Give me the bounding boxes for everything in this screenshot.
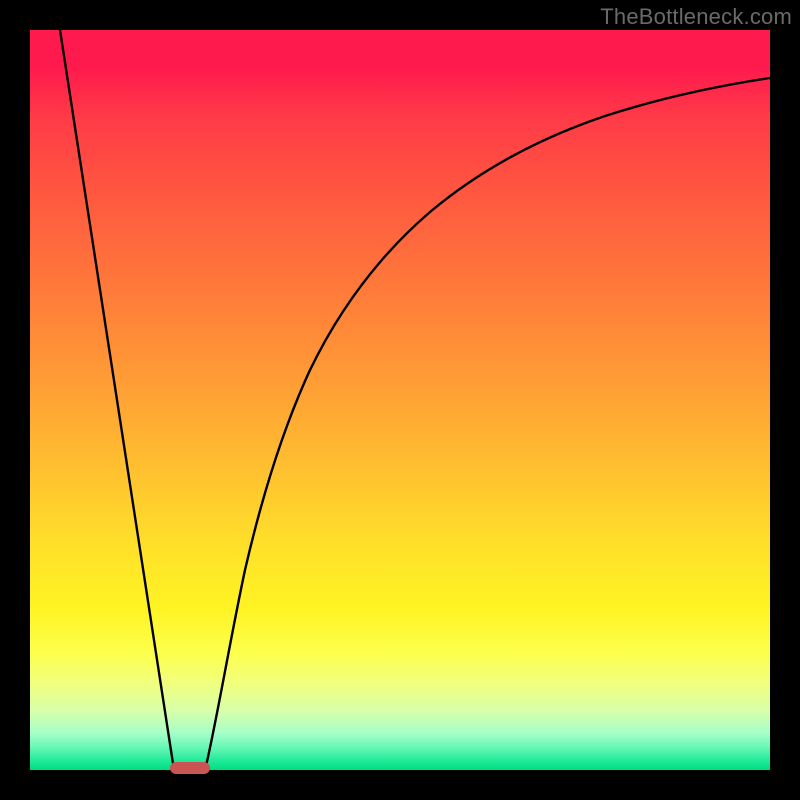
curve-left-segment [60,30,174,770]
curve-right-segment [205,78,770,770]
optimal-marker [170,762,210,774]
bottleneck-curve [30,30,770,770]
watermark-text: TheBottleneck.com [600,4,792,30]
plot-area [30,30,770,770]
chart-frame: TheBottleneck.com [0,0,800,800]
